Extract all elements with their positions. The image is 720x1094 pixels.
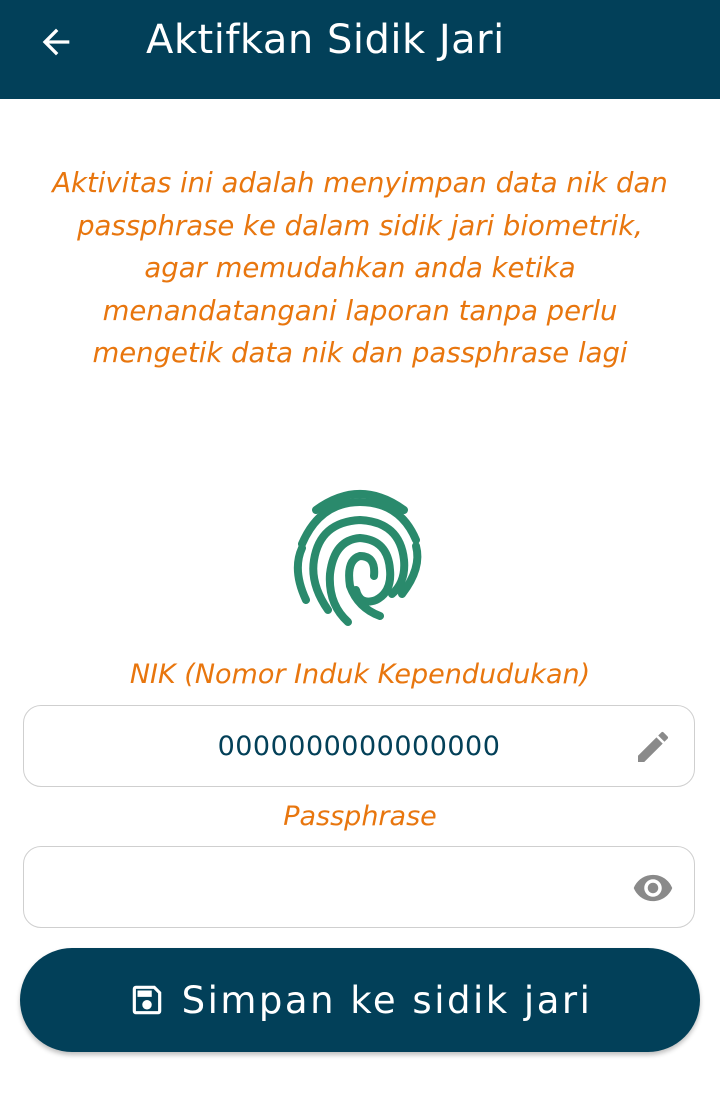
eye-icon [633,874,673,902]
nik-input[interactable] [24,706,694,786]
passphrase-input[interactable] [24,847,694,927]
fingerprint-icon[interactable] [290,482,430,632]
save-button-label: Simpan ke sidik jari [181,978,593,1022]
app-bar: Aktifkan Sidik Jari [0,0,720,99]
nik-label: NIK (Nomor Induk Kependudukan) [129,659,591,690]
save-icon [132,985,161,1015]
page-title: Aktifkan Sidik Jari [146,17,505,63]
arrow-left-icon [42,28,70,56]
description-text: Aktivitas ini adalah menyimpan data nik … [52,167,668,369]
nik-field[interactable] [23,705,695,787]
edit-nik-button[interactable] [632,726,674,768]
save-to-fingerprint-button[interactable]: Simpan ke sidik jari [20,948,700,1052]
passphrase-label: Passphrase [283,801,437,832]
toggle-visibility-button[interactable] [632,867,674,909]
passphrase-field[interactable] [23,846,695,928]
back-button[interactable] [32,18,80,66]
pencil-icon [638,731,669,762]
